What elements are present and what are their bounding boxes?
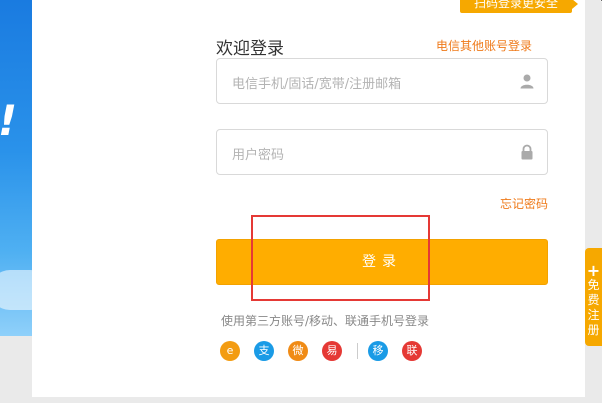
china-mobile-icon[interactable]: 移 (368, 341, 388, 361)
lock-icon (521, 144, 533, 160)
other-red-icon[interactable]: 易 (322, 341, 342, 361)
password-placeholder: 用户密码 (232, 148, 285, 163)
tianyi-icon[interactable]: e (220, 341, 240, 361)
password-field[interactable]: 用户密码 (216, 129, 548, 175)
banner-cloud (0, 270, 32, 310)
other-account-link[interactable]: 电信其他账号登录 (436, 37, 532, 54)
alipay-icon[interactable]: 支 (254, 341, 274, 361)
username-field[interactable]: 电信手机/固话/宽带/注册邮箱 (216, 58, 548, 104)
free-register-label: 免费注册 (587, 278, 600, 337)
third-party-label: 使用第三方账号/移动、联通手机号登录 (221, 314, 430, 328)
china-unicom-icon[interactable]: 联 (402, 341, 422, 361)
forgot-password-link[interactable]: 忘记密码 (500, 195, 548, 212)
promo-banner: ! (0, 0, 32, 336)
login-panel: 扫码登录更安全 欢迎登录 电信其他账号登录 电信手机/固话/宽带/注册邮箱 用户… (32, 0, 602, 397)
free-register-tab[interactable]: + 免费注册 (585, 248, 602, 346)
banner-exclamation: ! (0, 96, 17, 145)
username-placeholder: 电信手机/固话/宽带/注册邮箱 (232, 77, 402, 92)
qr-login-tip-label: 扫码登录更安全 (473, 0, 558, 10)
login-button[interactable]: 登录 (216, 239, 548, 285)
page-title: 欢迎登录 (216, 39, 284, 59)
weibo-icon[interactable]: 微 (288, 341, 308, 361)
qr-login-tip[interactable]: 扫码登录更安全 (460, 0, 578, 13)
plus-icon: + (586, 261, 601, 280)
user-icon (520, 74, 534, 89)
social-divider (357, 343, 358, 359)
qr-tip-arrow-icon (572, 0, 578, 9)
